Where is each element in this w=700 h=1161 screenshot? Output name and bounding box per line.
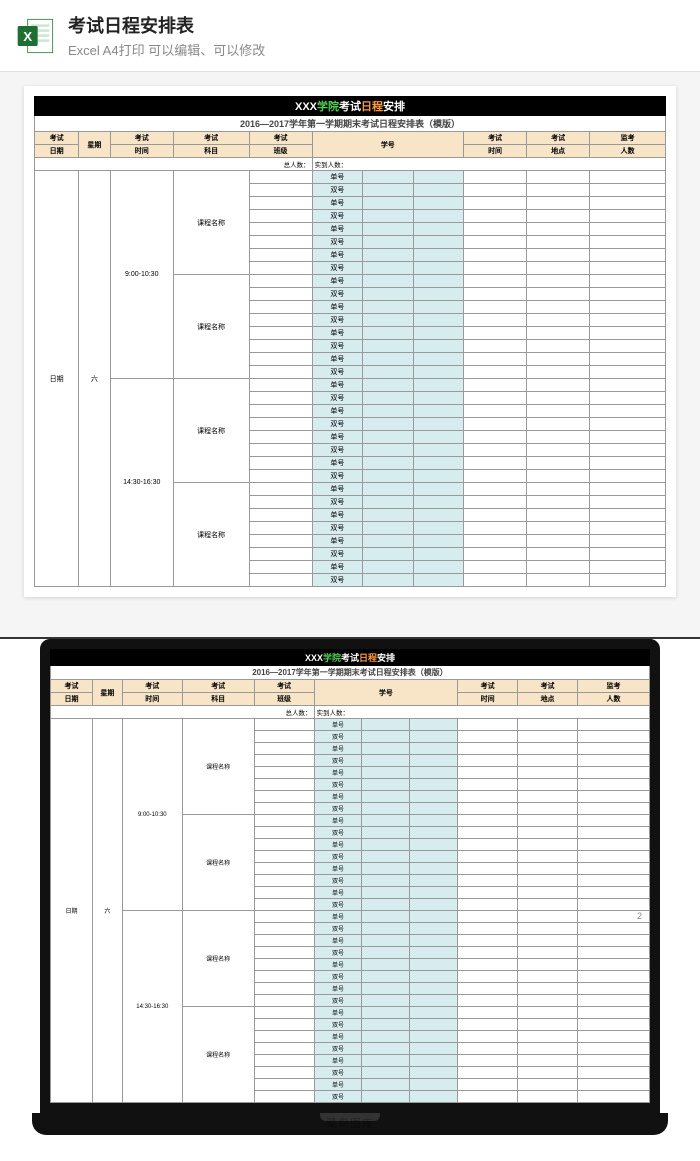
schedule-table-device: XXX学院考试日程安排2016—2017学年第一学期期末考试日程安排表（模版）考… <box>50 649 650 1103</box>
preview-paper: XXX学院考试日程安排2016—2017学年第一学期期末考试日程安排表（模版）考… <box>24 86 676 597</box>
laptop-screen: XXX学院考试日程安排2016—2017学年第一学期期末考试日程安排表（模版）考… <box>40 639 660 1113</box>
page-header: X 考试日程安排表 Excel A4打印 可以编辑、可以修改 <box>0 0 700 72</box>
page-number: 2 <box>637 911 642 921</box>
excel-icon: X <box>16 16 56 56</box>
schedule-table: XXX学院考试日程安排2016—2017学年第一学期期末考试日程安排表（模版）考… <box>34 96 666 587</box>
page-subtitle: Excel A4打印 可以编辑、可以修改 <box>68 40 265 59</box>
device-preview-section: XXX学院考试日程安排2016—2017学年第一学期期末考试日程安排表（模版）考… <box>0 637 700 1161</box>
svg-text:X: X <box>23 29 32 44</box>
watermark-text: 菜鸟图库 <box>24 1115 676 1131</box>
page-title: 考试日程安排表 <box>68 12 265 38</box>
header-text: 考试日程安排表 Excel A4打印 可以编辑、可以修改 <box>68 12 265 59</box>
